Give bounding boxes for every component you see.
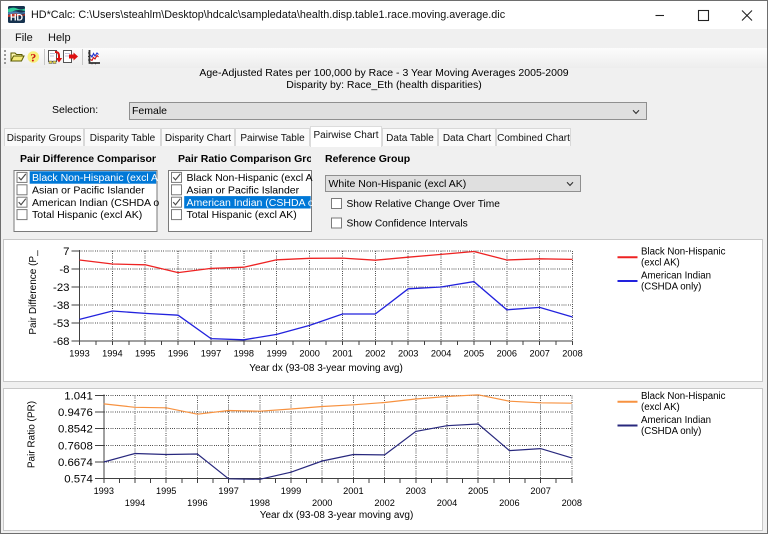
svg-text:2008: 2008 [562,498,582,508]
svg-text:0.9476: 0.9476 [58,407,93,419]
svg-text:0.8542: 0.8542 [58,424,93,436]
svg-text:1993: 1993 [94,486,114,496]
svg-text:1994: 1994 [125,498,145,508]
svg-text:(CSHDA only): (CSHDA only) [641,426,701,437]
svg-text:0.574: 0.574 [64,474,93,486]
svg-text:1996: 1996 [187,498,207,508]
svg-text:Black Non-Hispanic: Black Non-Hispanic [641,391,726,402]
svg-text:2007: 2007 [530,486,550,496]
svg-text:American Indian: American Indian [641,415,711,426]
svg-text:0.6674: 0.6674 [58,457,93,469]
svg-text:(excl AK): (excl AK) [641,402,680,413]
svg-text:2006: 2006 [499,498,519,508]
svg-text:2004: 2004 [437,498,457,508]
svg-text:2003: 2003 [406,486,426,496]
svg-text:2005: 2005 [468,486,488,496]
svg-text:0.7608: 0.7608 [58,440,93,452]
svg-text:Pair Ratio (PR): Pair Ratio (PR) [27,401,38,468]
svg-text:2002: 2002 [374,498,394,508]
svg-text:1.041: 1.041 [64,391,93,403]
svg-text:1997: 1997 [218,486,238,496]
svg-text:1998: 1998 [250,498,270,508]
svg-text:1999: 1999 [281,486,301,496]
svg-text:Year dx (93-08 3-year moving a: Year dx (93-08 3-year moving avg) [260,510,414,521]
svg-text:2001: 2001 [343,486,363,496]
svg-text:2000: 2000 [312,498,332,508]
svg-text:1995: 1995 [156,486,176,496]
